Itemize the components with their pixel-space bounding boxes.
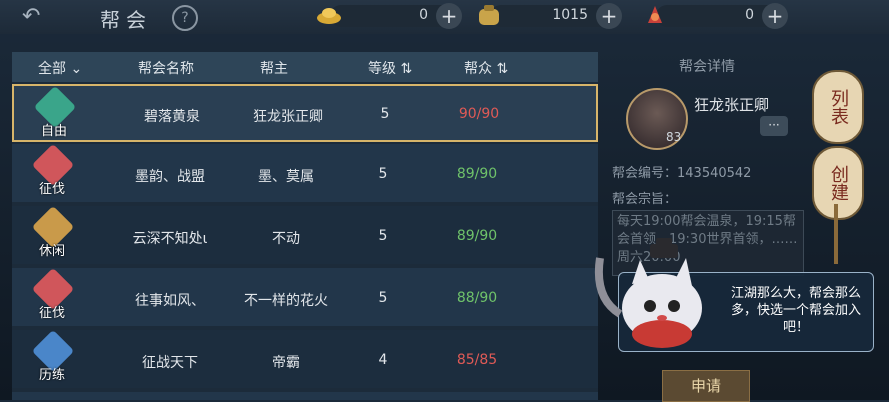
guild-name: 往事如风、 [135, 293, 205, 309]
token-value: 0 [745, 7, 754, 23]
guild-name: 云深不知处ι [132, 231, 208, 247]
guild-id-label: 帮会编号： [612, 166, 678, 181]
guild-tag: 历练 [38, 368, 65, 383]
col-leader: 帮主 [260, 61, 288, 77]
guild-name: 碧落黄泉 [144, 109, 200, 125]
col-members[interactable]: 帮众 ⇅ [464, 58, 508, 78]
guild-row[interactable] [12, 392, 598, 400]
leader-name: 狂龙张正卿 [694, 96, 770, 114]
guild-leader: 不动 [272, 231, 300, 247]
guild-level: 5 [380, 106, 390, 122]
help-button[interactable]: ? [172, 5, 198, 31]
col-level[interactable]: 等级 ⇅ [368, 58, 412, 78]
guild-tag-badge: 自由 [32, 85, 77, 139]
guild-tag-badge: 历练 [30, 329, 75, 383]
guild-name: 墨韵、战盟 [135, 169, 205, 185]
sort-icon: ⇅ [400, 61, 413, 77]
guild-members: 90/90 [458, 106, 500, 122]
cat-mascot-icon [594, 238, 702, 348]
add-token-button[interactable]: + [762, 3, 788, 29]
guild-tag-badge: 征伐 [30, 143, 75, 197]
guild-members: 89/90 [456, 228, 498, 244]
guild-members: 85/85 [456, 352, 498, 368]
resource-token: 0 + [648, 3, 788, 29]
guild-list-panel: 全部 ⌄ 帮会名称 帮主 等级 ⇅ 帮众 ⇅ 自由 碧落黄泉 狂龙张正卿 5 9… [12, 52, 598, 400]
top-bar: ↶ 帮会 ? 0 + 1015 + 0 + [0, 0, 889, 34]
guild-tag-badge: 征伐 [30, 267, 75, 321]
guild-row[interactable]: 休闲 云深不知处ι 不动 5 89/90 [12, 205, 598, 264]
list-button[interactable]: 列表 [812, 70, 864, 144]
guild-row[interactable]: 历练 征战天下 帝霸 4 85/85 [12, 329, 598, 388]
col-members-label: 帮众 [464, 61, 492, 77]
apply-button[interactable]: 申请 [662, 370, 750, 402]
back-arrow-icon[interactable]: ↶ [22, 4, 56, 30]
ingot-value: 0 [419, 7, 428, 23]
resource-silver: 1015 + [479, 3, 622, 29]
create-button[interactable]: 创建 [812, 146, 864, 220]
guild-leader: 狂龙张正卿 [253, 109, 323, 125]
leader-level: 83 [666, 130, 682, 144]
guild-level: 5 [378, 228, 388, 244]
guild-row[interactable]: 征伐 往事如风、 不一样的花火 5 88/90 [12, 267, 598, 326]
silver-value: 1015 [552, 7, 588, 23]
guild-members: 89/90 [456, 166, 498, 182]
hint-text: 江湖那么大，帮会那么多，快选一个帮会加入吧！ [730, 286, 861, 335]
guild-id: 143540542 [677, 166, 752, 181]
guild-level: 5 [378, 166, 388, 182]
silver-pouch-icon [479, 5, 499, 25]
guild-tag-badge: 休闲 [30, 205, 75, 259]
guild-tag: 休闲 [38, 244, 65, 259]
detail-title: 帮会详情 [679, 59, 735, 75]
guild-leader: 墨、莫属 [258, 169, 314, 185]
col-level-label: 等级 [368, 61, 396, 77]
guild-members: 88/90 [456, 290, 498, 306]
resource-ingot: 0 + [317, 3, 462, 29]
filter-dropdown[interactable]: 全部 ⌄ [38, 58, 82, 78]
guild-leader: 不一样的花火 [244, 293, 328, 309]
guild-purpose-label: 帮会宗旨： [612, 192, 678, 207]
guild-level: 5 [378, 290, 388, 306]
guild-row[interactable]: 征伐 墨韵、战盟 墨、莫属 5 89/90 [12, 143, 598, 202]
guild-id-row: 帮会编号：143540542 [612, 162, 751, 181]
gold-ingot-icon [317, 8, 341, 24]
guild-leader: 帝霸 [272, 355, 300, 371]
guild-tag: 自由 [40, 124, 67, 139]
col-guild-name: 帮会名称 [138, 61, 194, 77]
add-ingot-button[interactable]: + [436, 3, 462, 29]
tassel-decoration [834, 204, 838, 264]
guild-level: 4 [378, 352, 388, 368]
guild-tag: 征伐 [38, 182, 65, 197]
red-token-icon [648, 6, 662, 23]
add-silver-button[interactable]: + [596, 3, 622, 29]
guild-tag: 征伐 [38, 306, 65, 321]
table-header: 全部 ⌄ 帮会名称 帮主 等级 ⇅ 帮众 ⇅ [12, 52, 598, 82]
chevron-down-icon: ⌄ [70, 61, 83, 77]
guild-row[interactable]: 自由 碧落黄泉 狂龙张正卿 5 90/90 [12, 84, 598, 142]
page-title: 帮会 [100, 8, 152, 32]
guild-name: 征战天下 [142, 355, 198, 371]
filter-label: 全部 [38, 61, 66, 77]
sort-icon: ⇅ [496, 61, 509, 77]
chat-icon[interactable]: ··· [760, 116, 788, 136]
